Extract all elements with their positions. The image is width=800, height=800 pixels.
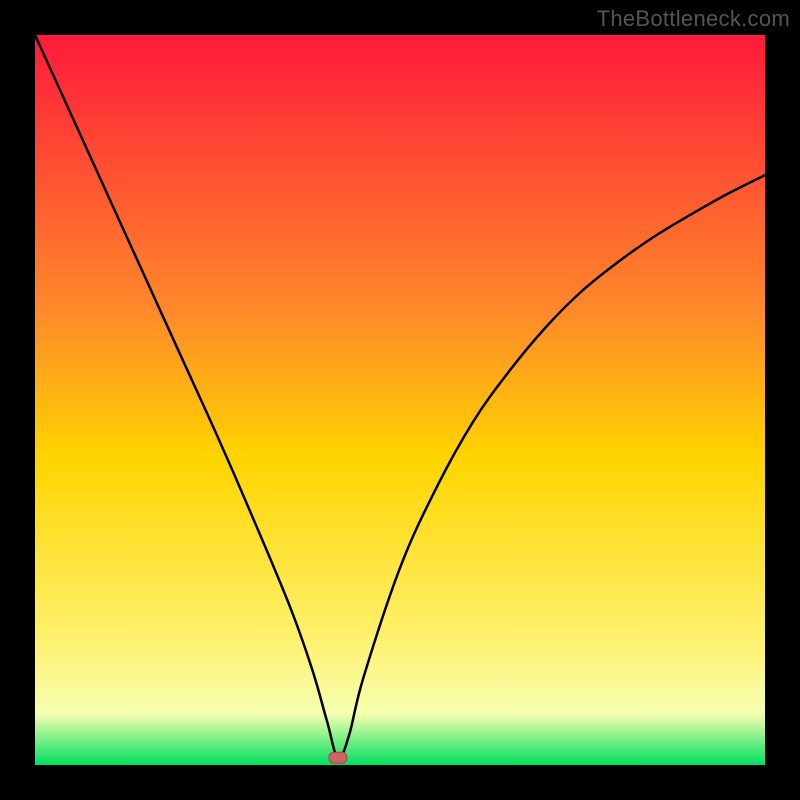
optimal-marker [329, 752, 347, 763]
chart-frame: TheBottleneck.com [0, 0, 800, 800]
bottleneck-chart [35, 35, 765, 765]
watermark-text: TheBottleneck.com [597, 6, 790, 32]
plot-area [35, 35, 765, 765]
gradient-background [35, 35, 765, 765]
